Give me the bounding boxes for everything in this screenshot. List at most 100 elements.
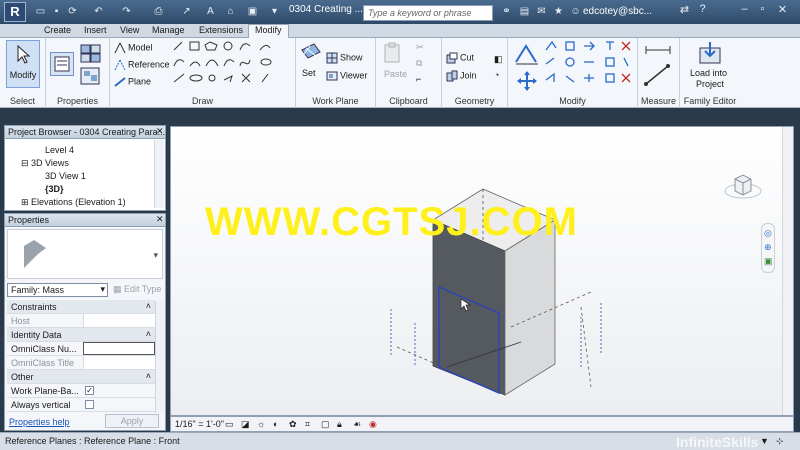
aligned-dimension-icon[interactable] xyxy=(644,44,674,56)
crop-view-icon[interactable]: ⌗ xyxy=(305,419,310,430)
tree-item-3d[interactable]: {3D} xyxy=(45,184,64,194)
type-dropdown-icon[interactable]: ▾ xyxy=(153,250,158,261)
cut-geometry-button[interactable]: Cut xyxy=(446,52,474,64)
tree-item-3d-views[interactable]: ⊟ 3D Views xyxy=(21,158,69,169)
omniclass-number-field[interactable] xyxy=(83,342,155,355)
move-icon[interactable] xyxy=(514,70,540,92)
group-other[interactable]: Other ˄ xyxy=(7,370,155,384)
tab-create[interactable]: Create xyxy=(44,25,71,38)
properties-scrollbar[interactable] xyxy=(155,301,164,413)
join-geometry-button[interactable]: Join xyxy=(446,70,477,82)
text-icon[interactable]: A xyxy=(204,5,217,18)
undo-icon[interactable]: ↶ xyxy=(92,5,105,18)
group-constraints[interactable]: Constraints ˄ xyxy=(7,300,155,314)
tree-item-3d-view-1[interactable]: 3D View 1 xyxy=(45,171,86,181)
mass-model[interactable] xyxy=(171,127,783,415)
tree-item-level-4[interactable]: Level 4 xyxy=(45,145,74,155)
group-identity-data[interactable]: Identity Data ˄ xyxy=(7,328,155,342)
communication-icon[interactable]: ✉ xyxy=(535,5,548,18)
navigation-bar[interactable]: ◎ ⊕ ▣ xyxy=(761,223,775,273)
modify-button[interactable]: Modify xyxy=(6,40,40,88)
project-browser-scrollbar[interactable] xyxy=(154,140,164,208)
filter-icon[interactable]: ▼ xyxy=(760,436,769,446)
project-label[interactable]: Project xyxy=(696,79,724,89)
tab-modify[interactable]: Modify xyxy=(248,24,289,39)
zoom-icon[interactable]: ⊕ xyxy=(764,242,772,253)
sun-path-icon[interactable]: ☼ xyxy=(257,419,265,429)
properties-icon[interactable] xyxy=(50,52,74,76)
close-views-icon[interactable]: ▣ xyxy=(246,5,259,18)
model-line-icon xyxy=(114,42,126,54)
match-type-icon[interactable]: ⌐ xyxy=(416,74,421,84)
reference-line-icon xyxy=(114,59,126,71)
view-scale[interactable]: 1/16" = 1'-0" xyxy=(175,419,224,429)
measure-icon[interactable]: ↗ xyxy=(180,5,193,18)
viewer-icon xyxy=(326,71,338,81)
close-icon[interactable]: ✕ xyxy=(776,3,789,18)
press-drag-icon[interactable]: ⊹ xyxy=(776,436,784,447)
redo-icon[interactable]: ↷ xyxy=(120,5,133,18)
set-button[interactable]: Set xyxy=(302,68,316,78)
show-workplane-button[interactable]: Show xyxy=(326,52,363,64)
maximize-icon[interactable]: ▫ xyxy=(756,3,769,18)
split-face-icon[interactable]: ◧ xyxy=(494,54,503,65)
tab-extensions[interactable]: Extensions xyxy=(199,25,243,38)
3d-view-icon[interactable]: ⌂ xyxy=(224,5,237,18)
tab-manage[interactable]: Manage xyxy=(152,25,185,38)
lock-view-icon[interactable]: 🔒︎ xyxy=(337,419,342,430)
plane-button[interactable]: Plane xyxy=(114,76,151,88)
load-into-label[interactable]: Load into xyxy=(690,68,727,78)
save-icon[interactable]: ▪ xyxy=(50,5,63,18)
viewer-button[interactable]: Viewer xyxy=(326,70,367,82)
set-workplane-icon[interactable] xyxy=(300,42,322,64)
model-line-button[interactable]: Model xyxy=(114,42,153,54)
reference-line-button[interactable]: Reference xyxy=(114,59,170,71)
open-icon[interactable]: ▭ xyxy=(34,5,47,18)
temporary-hide-icon[interactable]: ☙ xyxy=(353,419,361,430)
user-name[interactable]: edcotey@sbc... xyxy=(583,6,652,17)
align-icon[interactable] xyxy=(514,42,540,68)
reveal-hidden-icon[interactable]: ◉ xyxy=(369,419,377,430)
measure-tool-icon[interactable] xyxy=(644,64,674,86)
properties-close-icon[interactable]: ✕ xyxy=(156,214,164,225)
binoculars-icon[interactable]: ⚭ xyxy=(500,5,513,18)
work-plane-based-checkbox[interactable]: ✓ xyxy=(85,386,94,395)
load-into-project-icon[interactable] xyxy=(697,40,723,66)
view-scrollbar[interactable] xyxy=(782,127,793,415)
help-icon[interactable]: ? xyxy=(696,3,709,18)
tree-item-elevations[interactable]: ⊞ Elevations (Elevation 1) xyxy=(21,197,126,208)
project-browser-close-icon[interactable]: ✕ xyxy=(156,126,164,137)
family-types-icon[interactable] xyxy=(79,42,103,64)
sync-icon[interactable]: ⟳ xyxy=(66,5,79,18)
subscription-icon[interactable]: ▤ xyxy=(518,5,531,18)
render-icon[interactable]: ✿ xyxy=(289,419,297,430)
visual-style-icon[interactable]: ◪ xyxy=(241,419,250,430)
user-icon[interactable]: ☺ xyxy=(569,5,582,18)
steering-wheel-icon[interactable]: ◎ xyxy=(764,228,772,239)
search-input[interactable]: Type a keyword or phrase xyxy=(363,5,493,21)
tab-view[interactable]: View xyxy=(120,25,139,38)
3d-view-canvas[interactable]: ◎ ⊕ ▣ xyxy=(170,126,794,416)
collapse-icon[interactable]: ⊟ xyxy=(21,158,31,168)
shadows-icon[interactable]: ◐ xyxy=(273,419,278,429)
always-vertical-checkbox[interactable] xyxy=(85,400,94,409)
select-panel-title[interactable]: Select xyxy=(0,96,45,106)
viewcube-icon[interactable] xyxy=(723,167,763,207)
family-selector[interactable]: Family: Mass ▾ xyxy=(7,283,108,297)
zoom-region-icon[interactable]: ▣ xyxy=(764,256,773,267)
paint-icon[interactable]: ◔ xyxy=(494,70,499,80)
properties-panel-title: Properties xyxy=(56,96,99,106)
application-menu-button[interactable]: R xyxy=(4,2,26,22)
minimize-icon[interactable]: – xyxy=(738,3,751,18)
favorites-icon[interactable]: ★ xyxy=(552,5,565,18)
family-category-icon[interactable] xyxy=(79,66,103,88)
properties-help-link[interactable]: Properties help xyxy=(9,417,70,427)
qat-dropdown-icon[interactable]: ▾ xyxy=(268,5,281,18)
exchange-icon[interactable]: ⇄ xyxy=(678,3,691,18)
detail-level-icon[interactable]: ▭ xyxy=(225,419,234,430)
expand-icon[interactable]: ⊞ xyxy=(21,197,31,207)
show-crop-icon[interactable]: ▢ xyxy=(321,419,330,430)
cut-clip-icon: ✂ xyxy=(416,42,424,52)
tab-insert[interactable]: Insert xyxy=(84,25,107,38)
print-icon[interactable]: ⎙ xyxy=(152,5,165,18)
